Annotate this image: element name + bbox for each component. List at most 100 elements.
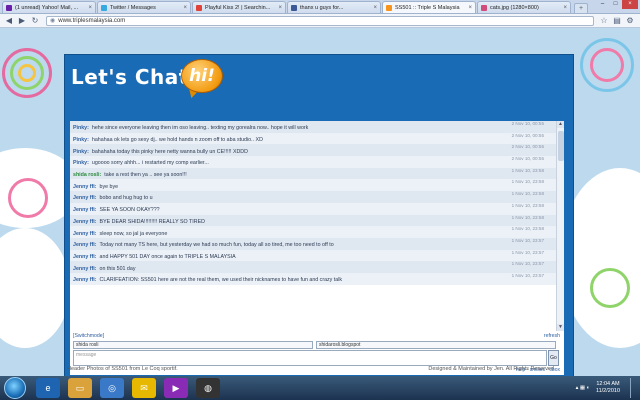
chat-message: 1 Nov 10, 23:58 Jenny ffi: bye bye: [70, 179, 556, 192]
browser-tab[interactable]: Twitter / Messages ×: [97, 1, 191, 13]
media-player-icon[interactable]: ▶: [164, 378, 188, 398]
message-text: bye bye: [99, 183, 119, 190]
swirl-decoration: [8, 178, 48, 218]
clock[interactable]: 12:04 AM 11/2/2010: [596, 381, 620, 395]
message-timestamp: 1 Nov 10, 23:58: [511, 179, 544, 185]
scroll-up-icon[interactable]: ▲: [557, 121, 564, 128]
wrench-icon[interactable]: ⚙: [624, 15, 636, 26]
message-author[interactable]: Jenny ffi:: [73, 184, 97, 190]
browser-tab[interactable]: Playful Kiss 2! | Searchin... ×: [192, 1, 286, 13]
folder-icon[interactable]: ▭: [68, 378, 92, 398]
tab-favicon-icon: [291, 4, 297, 11]
tab-label: thanx u guys for...: [300, 4, 344, 11]
message-list[interactable]: 2 Nov 10, 00:55 Pinky: hehe since everyone…: [70, 121, 556, 331]
page-menu-icon[interactable]: ▤: [611, 15, 623, 26]
chat-message: 1 Nov 10, 23:58 Jenny ffi: SEE YA SOON OKA…: [70, 202, 556, 215]
browser-toolbar: ◀ ▶ ↻ ◉ www.triplesmalaysia.com ☆ ▤ ⚙: [0, 14, 640, 28]
forward-icon[interactable]: ▶: [16, 15, 28, 26]
tab-favicon-icon: [196, 4, 202, 11]
browser-tab[interactable]: SS501 :: Triple S Malaysia ×: [382, 1, 476, 13]
url-input[interactable]: shidarosli.blogspot: [316, 341, 556, 349]
minimize-button[interactable]: –: [596, 0, 609, 9]
message-author[interactable]: Jenny ffi:: [73, 277, 97, 283]
message-text: bahahaha today this pinky here netty wan…: [91, 148, 248, 155]
tray-icons[interactable]: ▴ ▦ ◐: [576, 385, 590, 391]
chat-message: 1 Nov 10, 23:57 Jenny ffi: Today not many …: [70, 237, 556, 250]
address-bar[interactable]: ◉ www.triplesmalaysia.com: [46, 15, 594, 26]
chat-message: 1 Nov 10, 23:57 Jenny ffi: and HAPPY 501 D…: [70, 249, 556, 262]
window-controls: – □ ×: [596, 0, 638, 9]
tab-close-icon[interactable]: ×: [88, 5, 92, 11]
message-input[interactable]: message: [73, 350, 547, 366]
tab-close-icon[interactable]: ×: [373, 5, 377, 11]
message-author[interactable]: Pinky:: [73, 160, 89, 166]
message-text: ugoooo sorry ahhh... i restarted my comp…: [91, 160, 209, 167]
message-author[interactable]: Jenny ffi:: [73, 207, 97, 213]
message-scrollbar[interactable]: ▲ ▼: [556, 121, 564, 331]
start-button[interactable]: [4, 377, 26, 399]
maximize-button[interactable]: □: [609, 0, 622, 9]
chat-message: 2 Nov 10, 00:55 Pinky: bahahaha today this…: [70, 144, 556, 157]
message-author[interactable]: Pinky:: [73, 125, 89, 131]
message-text: BYE DEAR SHIDA!!!!!!!!! REALLY SO TIRED: [99, 218, 205, 225]
chat-title: Let's Chat!: [71, 65, 199, 89]
close-window-button[interactable]: ×: [622, 0, 638, 9]
message-timestamp: 2 Nov 10, 00:55: [511, 144, 544, 150]
message-text: and HAPPY 501 DAY once again to TRIPLE S…: [99, 253, 236, 260]
refresh-link[interactable]: refresh: [544, 333, 560, 339]
tab-favicon-icon: [101, 4, 107, 11]
tab-label: SS501 :: Triple S Malaysia: [395, 4, 460, 11]
browser-tab[interactable]: (1 unread) Yahoo! Mail, ... ×: [2, 1, 96, 13]
switch-mode-link[interactable]: [Switchmode]: [73, 333, 104, 339]
browser-tab[interactable]: cats.jpg (1280×800) ×: [477, 1, 571, 13]
taskbar: e ▭ ◎ ✉ ▶ ◍ ▴ ▦ ◐ 12:04 AM 11/2/2010: [0, 376, 640, 400]
message-author[interactable]: Jenny ffi:: [73, 231, 97, 237]
identity-fields: shida rosli shidarosli.blogspot: [73, 341, 559, 349]
web-page: Let's Chat! hi! 2 Nov 10, 00:55 Pinky: heh…: [0, 28, 640, 376]
scrollbar-thumb[interactable]: [558, 131, 564, 161]
footer-credit: Header Photos of SS501 from Le Coq sport…: [67, 366, 178, 372]
internet-explorer-icon[interactable]: e: [36, 378, 60, 398]
message-timestamp: 1 Nov 10, 23:58: [511, 202, 544, 208]
message-timestamp: 1 Nov 10, 23:57: [511, 237, 544, 243]
message-author[interactable]: Pinky:: [73, 149, 89, 155]
chat-header: Let's Chat! hi!: [69, 59, 269, 101]
message-text: on this 501 day: [99, 265, 136, 272]
reload-icon[interactable]: ↻: [29, 15, 41, 26]
message-timestamp: 1 Nov 10, 23:57: [511, 249, 544, 255]
hi-bubble-icon: hi!: [181, 59, 223, 93]
message-author[interactable]: Jenny ffi:: [73, 254, 97, 260]
tab-favicon-icon: [386, 4, 392, 11]
show-desktop-button[interactable]: [630, 378, 638, 398]
message-timestamp: 1 Nov 10, 23:58: [511, 167, 544, 173]
system-tray: ▴ ▦ ◐ 12:04 AM 11/2/2010: [548, 378, 638, 398]
back-icon[interactable]: ◀: [3, 15, 15, 26]
new-tab-button[interactable]: +: [574, 3, 588, 13]
scroll-down-icon[interactable]: ▼: [557, 324, 564, 331]
chat-message: 1 Nov 10, 23:57 Jenny ffi: on this 501 day: [70, 261, 556, 273]
message-author[interactable]: shida rosli:: [73, 172, 101, 178]
tab-close-icon[interactable]: ×: [183, 5, 187, 11]
message-text: SEE YA SOON OKAY???: [99, 207, 160, 214]
chat-panel: Let's Chat! hi! 2 Nov 10, 00:55 Pinky: heh…: [64, 54, 574, 376]
messenger-icon[interactable]: ✉: [132, 378, 156, 398]
message-author[interactable]: Jenny ffi:: [73, 242, 97, 248]
message-author[interactable]: Jenny ffi:: [73, 266, 97, 272]
go-button[interactable]: Go: [548, 350, 559, 366]
tab-close-icon[interactable]: ×: [278, 5, 282, 11]
address-bar-url: www.triplesmalaysia.com: [58, 17, 126, 24]
chrome-icon[interactable]: ◎: [100, 378, 124, 398]
tab-favicon-icon: [6, 4, 12, 11]
message-timestamp: 1 Nov 10, 23:57: [511, 261, 544, 267]
message-author[interactable]: Jenny ffi:: [73, 219, 97, 225]
app-icon[interactable]: ◍: [196, 378, 220, 398]
swirl-decoration: [18, 64, 36, 82]
message-author[interactable]: Jenny ffi:: [73, 195, 97, 201]
bookmark-star-icon[interactable]: ☆: [598, 15, 610, 26]
message-author[interactable]: Pinky:: [73, 137, 89, 143]
tab-close-icon[interactable]: ×: [563, 5, 567, 11]
message-text: CLARIFEATION: SS501 here are not the rea…: [99, 277, 343, 284]
browser-tab[interactable]: thanx u guys for... ×: [287, 1, 381, 13]
name-input[interactable]: shida rosli: [73, 341, 313, 349]
tab-close-icon[interactable]: ×: [468, 5, 472, 11]
